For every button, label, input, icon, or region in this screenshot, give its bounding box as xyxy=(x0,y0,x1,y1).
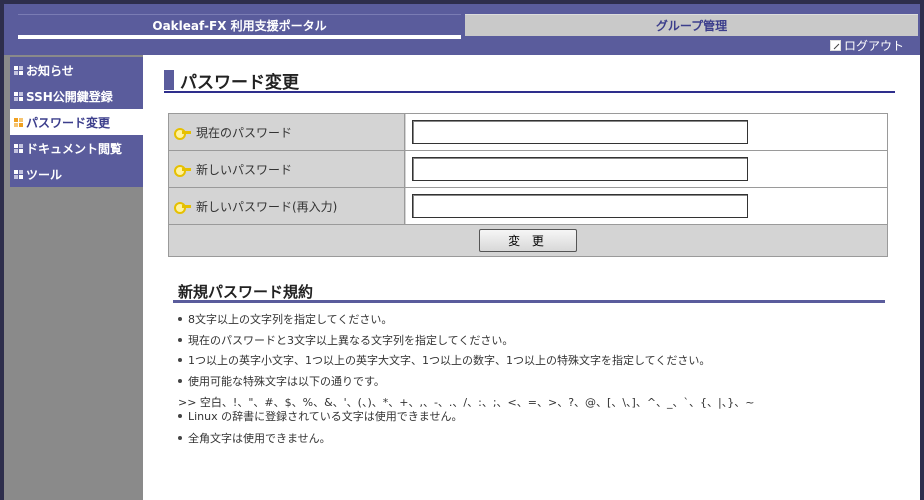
confirm-password-label: 新しいパスワード(再入力) xyxy=(196,199,338,214)
form-field-cell xyxy=(406,114,887,150)
new-password-label: 新しいパスワード xyxy=(196,162,293,177)
bullet xyxy=(178,414,182,418)
title-bar-decoration xyxy=(164,70,174,90)
form-field-cell xyxy=(406,151,887,187)
form-label: 新しいパスワード(再入力) xyxy=(169,188,405,224)
sidebar-item-label: ツール xyxy=(26,167,63,182)
sidebar-item-news[interactable]: お知らせ xyxy=(10,57,143,83)
new-password-input[interactable] xyxy=(412,157,748,181)
form-row-new-password: 新しいパスワード xyxy=(169,151,887,188)
rule-item: Linux の辞書に登録されている文字は使用できません。 xyxy=(178,408,462,424)
grid-icon xyxy=(14,169,23,179)
rule-item: 1つ以上の英字小文字、1つ以上の英字大文字、1つ以上の数字、1つ以上の特殊文字を… xyxy=(178,352,710,368)
grid-icon xyxy=(14,117,23,127)
rule-text: 1つ以上の英字小文字、1つ以上の英字大文字、1つ以上の数字、1つ以上の特殊文字を… xyxy=(188,354,711,367)
rule-item: 使用可能な特殊文字は以下の通りです。 xyxy=(178,373,385,389)
form-field-cell xyxy=(406,188,887,224)
tab-portal[interactable]: Oakleaf-FX 利用支援ポータル xyxy=(18,14,461,36)
rule-text: 8文字以上の文字列を指定してください。 xyxy=(188,313,393,326)
rule-text: 全角文字は使用できません。 xyxy=(188,432,331,445)
grid-icon xyxy=(14,143,23,153)
rule-item: 8文字以上の文字列を指定してください。 xyxy=(178,311,392,327)
sidebar-item-ssh-key[interactable]: SSH公開鍵登録 xyxy=(10,83,143,109)
key-icon xyxy=(174,128,192,140)
key-icon xyxy=(174,202,192,214)
form-row-confirm-password: 新しいパスワード(再入力) xyxy=(169,188,887,225)
grid-icon xyxy=(14,65,23,75)
bullet xyxy=(178,317,182,321)
sidebar-item-password-change[interactable]: パスワード変更 xyxy=(10,109,143,135)
confirm-password-input[interactable] xyxy=(412,194,748,218)
grid-icon xyxy=(14,91,23,101)
sidebar-item-tools[interactable]: ツール xyxy=(10,161,143,187)
logout-label: ログアウト xyxy=(843,38,904,53)
sidebar-item-documents[interactable]: ドキュメント閲覧 xyxy=(10,135,143,161)
sidebar: お知らせ SSH公開鍵登録 パスワード変更 ドキュメント閲覧 ツール xyxy=(4,55,143,500)
bullet xyxy=(178,338,182,342)
change-password-button[interactable]: 変 更 xyxy=(479,229,577,252)
tab-indicator xyxy=(18,35,461,39)
rule-text: 現在のパスワードと3文字以上異なる文字列を指定してください。 xyxy=(188,334,514,347)
sidebar-item-label: パスワード変更 xyxy=(26,115,111,130)
rule-text: Linux の辞書に登録されている文字は使用できません。 xyxy=(188,410,463,423)
sidebar-item-label: ドキュメント閲覧 xyxy=(26,141,123,156)
sidebar-item-label: お知らせ xyxy=(26,63,74,78)
form-label: 現在のパスワード xyxy=(169,114,405,150)
bullet xyxy=(178,436,182,440)
rule-item: 現在のパスワードと3文字以上異なる文字列を指定してください。 xyxy=(178,332,513,348)
page-title-text: パスワード変更 xyxy=(180,72,299,93)
form-row-current-password: 現在のパスワード xyxy=(169,114,887,151)
bullet xyxy=(178,358,182,362)
form-label: 新しいパスワード xyxy=(169,151,405,187)
logout-icon xyxy=(829,39,841,51)
current-password-input[interactable] xyxy=(412,120,748,144)
rule-text: 使用可能な特殊文字は以下の通りです。 xyxy=(188,375,385,388)
main-content: パスワード変更 現在のパスワード 新しいパスワード 新しいパスワード(再入力) … xyxy=(143,55,920,500)
password-form: 現在のパスワード 新しいパスワード 新しいパスワード(再入力) 変 更 xyxy=(168,113,888,257)
sidebar-item-label: SSH公開鍵登録 xyxy=(26,89,113,104)
rules-heading: 新規パスワード規約 xyxy=(173,281,885,303)
bullet xyxy=(178,379,182,383)
logout-link[interactable]: ログアウト xyxy=(829,37,904,53)
submit-row: 変 更 xyxy=(169,225,887,256)
key-icon xyxy=(174,165,192,177)
current-password-label: 現在のパスワード xyxy=(196,125,293,140)
page-title: パスワード変更 xyxy=(164,69,895,93)
tab-group-management[interactable]: グループ管理 xyxy=(465,14,918,36)
header: Oakleaf-FX 利用支援ポータル グループ管理 ログアウト xyxy=(4,4,920,55)
rule-item: 全角文字は使用できません。 xyxy=(178,430,331,446)
